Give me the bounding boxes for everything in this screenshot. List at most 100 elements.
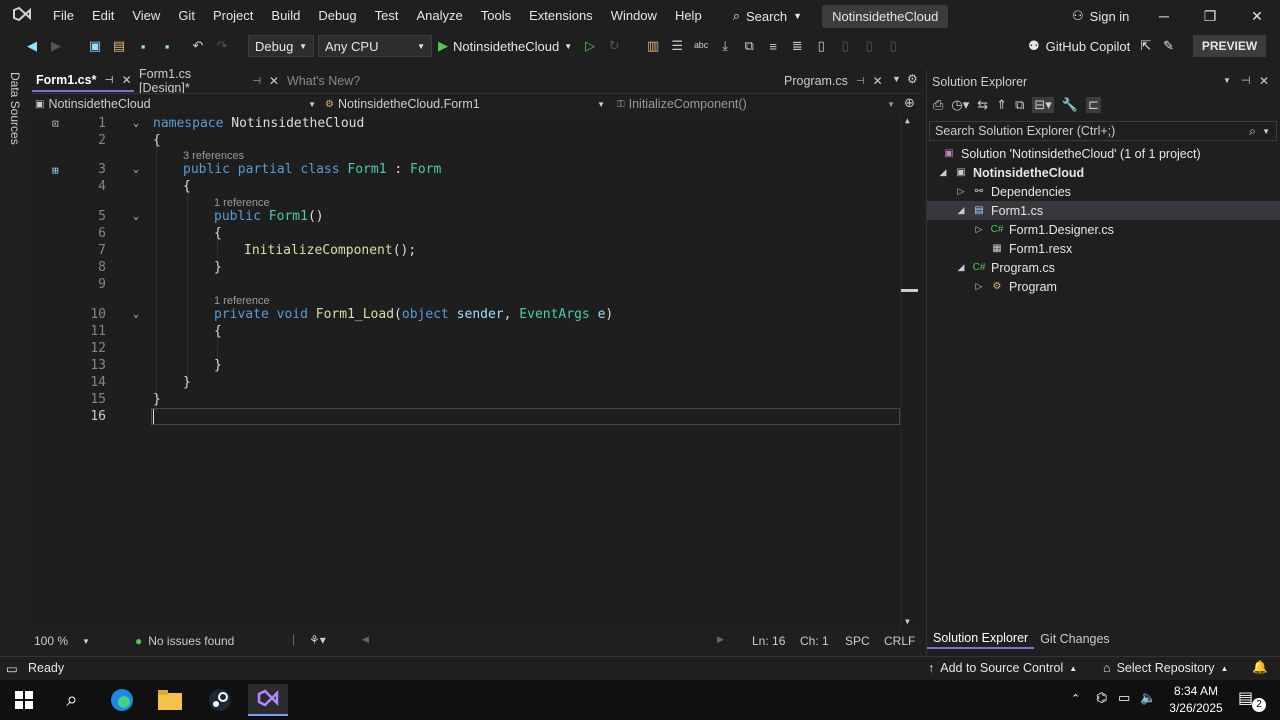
pin-icon[interactable]: ⊣ [1241, 74, 1251, 87]
bookmark-clear-icon[interactable]: ▯ [882, 35, 904, 57]
class-dropdown[interactable]: ⚙ NotinsidetheCloud.Form1 ▼ [325, 94, 609, 114]
bookmark-prev-icon[interactable]: ▯ [834, 35, 856, 57]
close-panel-icon[interactable]: ✕ [1259, 74, 1269, 88]
menu-git[interactable]: Git [169, 0, 204, 32]
tree-item-solution[interactable]: ▣ Solution 'NotinsidetheCloud' (1 of 1 p… [937, 144, 1200, 163]
start-without-debugging-icon[interactable]: ▷ [579, 35, 601, 57]
share-icon[interactable]: ⇱ [1140, 38, 1151, 54]
vertical-scrollbar[interactable]: ▲ ▼ [900, 114, 918, 630]
save-all-icon[interactable]: ▪ [156, 35, 178, 57]
preview-button[interactable]: PREVIEW [1193, 35, 1266, 57]
menu-extensions[interactable]: Extensions [520, 0, 602, 32]
whitespace-indicator[interactable]: SPC [845, 634, 870, 648]
scroll-left-icon[interactable]: ◀ [362, 634, 369, 645]
tree-item-program-class[interactable]: ▷ ⚙ Program [973, 277, 1057, 296]
tab-whats-new[interactable]: What's New? [283, 70, 398, 92]
menu-window[interactable]: Window [602, 0, 666, 32]
zoom-dropdown[interactable]: 100 % ▼ [34, 634, 90, 648]
menu-view[interactable]: View [123, 0, 169, 32]
collapse-all-icon[interactable]: ⇑ [996, 97, 1007, 113]
open-file-icon[interactable]: ▤ [108, 35, 130, 57]
minimize-button[interactable]: ─ [1141, 0, 1187, 32]
collapsed-arrow-icon[interactable]: ▷ [955, 186, 967, 197]
expanded-arrow-icon[interactable]: ◢ [955, 205, 967, 216]
steam-icon[interactable] [200, 684, 240, 716]
issues-indicator[interactable]: ● No issues found [135, 634, 234, 648]
taskbar-search-icon[interactable]: ⌕ [52, 684, 92, 716]
solution-search-input[interactable]: Search Solution Explorer (Ctrl+;) ⌕ ▼ [929, 121, 1277, 141]
expanded-arrow-icon[interactable]: ◢ [955, 262, 967, 273]
code-editor[interactable]: ⊡ ⊞ 1 ⌄ namespace NotinsidetheCloud 2 { … [32, 114, 922, 630]
line-indicator[interactable]: Ln: 16 [752, 634, 785, 648]
pin-icon[interactable]: ⊣ [104, 75, 113, 86]
tree-item-designer[interactable]: ▷ C# Form1.Designer.cs [973, 220, 1114, 239]
menu-analyze[interactable]: Analyze [407, 0, 471, 32]
tree-item-project[interactable]: ◢ ▣ NotinsidetheCloud [937, 163, 1085, 182]
new-project-icon[interactable]: ▣ [84, 35, 106, 57]
menu-build[interactable]: Build [262, 0, 309, 32]
menu-tools[interactable]: Tools [472, 0, 520, 32]
column-indicator[interactable]: Ch: 1 [800, 634, 829, 648]
codelens-references[interactable]: 1 reference [214, 197, 270, 209]
codelens-references[interactable]: 1 reference [214, 295, 270, 307]
menu-help[interactable]: Help [666, 0, 711, 32]
chevron-down-icon[interactable]: ▼ [1262, 127, 1270, 136]
search-button[interactable]: ⌕ Search ▼ [725, 8, 810, 24]
restore-button[interactable]: ❐ [1187, 0, 1233, 32]
codelens-references[interactable]: 3 references [183, 150, 244, 162]
project-dropdown[interactable]: ▣ NotinsidetheCloud ▼ [35, 94, 320, 114]
collapse-icon[interactable]: ⌄ [133, 309, 139, 320]
notification-center-icon[interactable]: ▤ [1238, 688, 1253, 708]
save-icon[interactable]: ▪ [132, 35, 154, 57]
collapse-icon[interactable]: ⌄ [133, 211, 139, 222]
platform-dropdown[interactable]: Any CPU ▼ [318, 35, 432, 57]
undo-icon[interactable]: ↶ [187, 35, 209, 57]
close-tab-icon[interactable]: ✕ [873, 74, 883, 88]
feedback-icon[interactable]: ✎ [1163, 38, 1174, 54]
member-dropdown[interactable]: ⚿ InitializeComponent() ▼ [617, 94, 899, 114]
uncomment-icon[interactable]: ≣ [786, 35, 808, 57]
forward-icon[interactable]: ▶ [45, 35, 67, 57]
code-cleanup-icon[interactable]: ⚘▾ [309, 633, 326, 647]
spellcheck-icon[interactable]: ᵃᵇᶜ [690, 35, 712, 57]
collapse-icon[interactable]: ⌄ [133, 118, 139, 129]
scroll-up-icon[interactable]: ▲ [905, 116, 910, 125]
close-window-button[interactable]: ✕ [1234, 0, 1280, 32]
tray-app-icon[interactable]: ⌬ [1096, 690, 1107, 706]
tree-item-resx[interactable]: ▦ Form1.resx [985, 239, 1072, 258]
filter-icon[interactable]: ⊏ [1086, 97, 1101, 113]
scroll-down-icon[interactable]: ▼ [905, 617, 910, 626]
data-sources-tab[interactable]: Data Sources [8, 72, 22, 145]
compare-icon[interactable]: ⧉ [738, 35, 760, 57]
menu-debug[interactable]: Debug [309, 0, 365, 32]
collapsed-arrow-icon[interactable]: ▷ [973, 281, 985, 292]
tab-git-changes[interactable]: Git Changes [1034, 632, 1115, 646]
edge-browser-icon[interactable] [102, 684, 142, 716]
scroll-right-icon[interactable]: ▶ [717, 634, 724, 645]
hot-reload-icon[interactable]: ↻ [603, 35, 625, 57]
expanded-arrow-icon[interactable]: ◢ [937, 167, 949, 178]
split-view-icon[interactable]: ⊕ [904, 95, 915, 111]
layout-icon[interactable]: ☰ [666, 35, 688, 57]
tray-overflow-icon[interactable]: ⌃ [1071, 692, 1080, 705]
bookmark-next-icon[interactable]: ▯ [858, 35, 880, 57]
properties-icon[interactable]: 🔧 [1062, 97, 1078, 113]
show-all-files-icon[interactable]: ⧉ [1015, 97, 1024, 113]
visual-studio-logo-icon[interactable] [8, 2, 36, 30]
tab-list-dropdown-icon[interactable]: ▼ [892, 74, 901, 84]
redo-icon[interactable]: ↷ [211, 35, 233, 57]
tab-program-cs[interactable]: Program.cs ⊣ ✕ [780, 70, 890, 92]
bookmark-icon[interactable]: ▯ [810, 35, 832, 57]
file-explorer-icon[interactable] [150, 684, 190, 716]
collapse-icon[interactable]: ⌄ [133, 164, 139, 175]
comment-icon[interactable]: ≡ [762, 35, 784, 57]
tree-item-dependencies[interactable]: ▷ ⚯ Dependencies [955, 182, 1071, 201]
line-ending-indicator[interactable]: CRLF [884, 634, 915, 648]
pending-changes-icon[interactable]: ◷▾ [951, 97, 969, 113]
switch-views-icon[interactable]: ⎙ [933, 97, 943, 113]
menu-edit[interactable]: Edit [83, 0, 123, 32]
configuration-dropdown[interactable]: Debug ▼ [248, 35, 314, 57]
close-tab-icon[interactable]: ✕ [269, 74, 279, 88]
tab-solution-explorer[interactable]: Solution Explorer [927, 629, 1035, 649]
collapsed-arrow-icon[interactable]: ▷ [973, 224, 985, 235]
